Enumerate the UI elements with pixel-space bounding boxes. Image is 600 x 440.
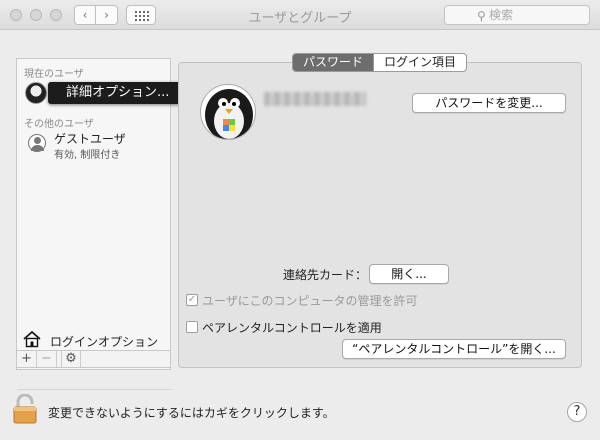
gear-icon: ⚙	[65, 351, 77, 366]
sidebar-bottom-bar: + − ⚙	[16, 350, 171, 368]
users-sidebar: 現在のユーザ その他のユーザ	[16, 58, 172, 390]
remove-user-button[interactable]: −	[37, 351, 57, 367]
lock-icon[interactable]	[12, 394, 38, 424]
guest-user-icon	[28, 134, 46, 152]
search-placeholder: 検索	[489, 8, 514, 22]
admin-checkbox-label: ユーザにこのコンピュータの管理を許可	[202, 294, 418, 308]
help-button[interactable]: ?	[567, 402, 587, 422]
advanced-options-tooltip[interactable]: 詳細オプション...	[48, 82, 186, 104]
guest-user-name: ゲストユーザ	[54, 132, 126, 146]
admin-checkbox[interactable]: ✓	[186, 294, 198, 306]
lock-instruction-text: 変更できないようにするにはカギをクリックします。	[48, 406, 335, 420]
title-bar: ‹ › ユーザとグループ ⚲ 検索	[0, 0, 600, 30]
search-input[interactable]: ⚲ 検索	[444, 5, 590, 25]
user-name-redacted	[264, 92, 366, 106]
tab-bar: パスワード ログイン項目	[292, 53, 468, 72]
parental-controls-checkbox[interactable]	[186, 321, 198, 333]
current-users-label: 現在のユーザ	[24, 69, 84, 80]
user-avatar	[25, 82, 47, 104]
user-picture[interactable]	[200, 84, 256, 140]
tab-password[interactable]: パスワード	[293, 54, 374, 71]
guest-user-status: 有効, 制限付き	[54, 150, 121, 161]
tab-login-items[interactable]: ログイン項目	[373, 54, 466, 71]
contact-card-label: 連絡先カード：	[283, 268, 368, 282]
house-icon	[23, 330, 41, 348]
gear-menu-button[interactable]: ⚙	[61, 351, 81, 367]
open-parental-controls-button[interactable]: “ペアレンタルコントロール”を開く...	[342, 339, 566, 359]
magnifier-icon: ⚲	[477, 9, 486, 23]
login-options-label[interactable]: ログインオプション	[50, 333, 158, 350]
change-password-button[interactable]: パスワードを変更...	[412, 93, 566, 113]
open-contact-card-button[interactable]: 開く...	[369, 264, 449, 284]
parental-controls-label: ペアレンタルコントロールを適用	[202, 321, 382, 335]
penguin-icon	[205, 89, 253, 139]
add-user-button[interactable]: +	[17, 351, 37, 367]
